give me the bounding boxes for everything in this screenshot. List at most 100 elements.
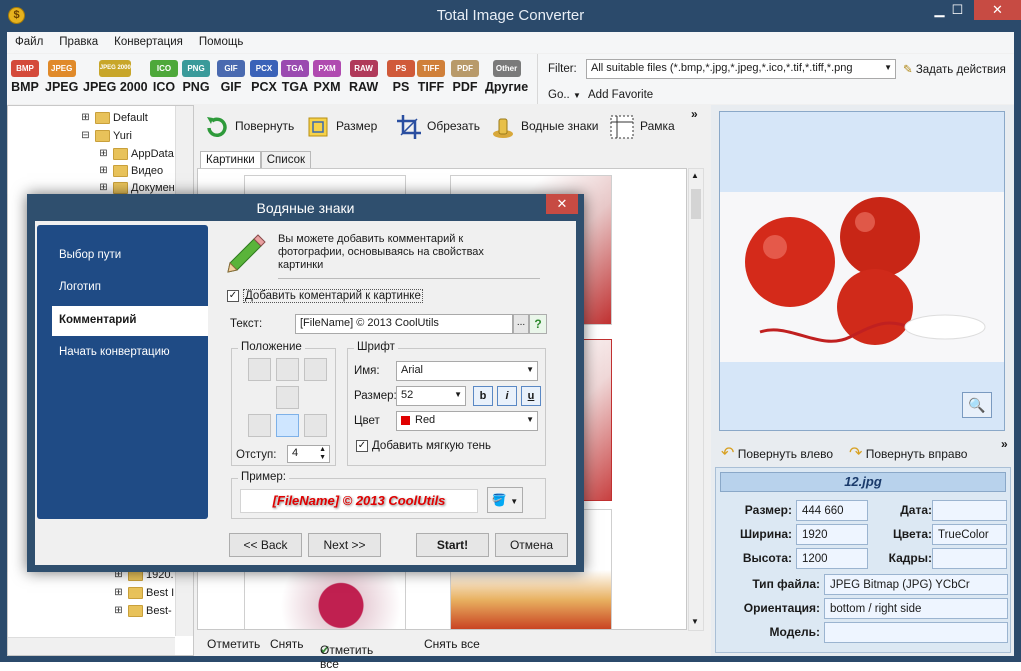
crop-label: Обрезать: [427, 119, 480, 134]
dialog-close-button[interactable]: ✕: [546, 194, 578, 214]
color-select[interactable]: Red ▼: [396, 411, 538, 431]
tree-item[interactable]: ⊞ Default: [80, 112, 148, 125]
tree-expander-icon[interactable]: ⊞: [113, 605, 124, 616]
menu-file[interactable]: Файл: [7, 32, 51, 48]
format-button-bmp[interactable]: BMP BMP: [11, 60, 39, 94]
wand-icon: ✎: [903, 64, 913, 76]
watermark-button[interactable]: Водные знаки: [489, 113, 598, 141]
tree-expander-icon[interactable]: ⊞: [98, 148, 109, 159]
start-button[interactable]: Start!: [416, 533, 489, 557]
comment-text-input[interactable]: [FileName] © 2013 CoolUtils: [295, 314, 513, 334]
tree-item[interactable]: ⊞ Видео: [98, 165, 163, 178]
format-button-jpeg-2000[interactable]: JPEG 2000 JPEG 2000: [83, 60, 148, 94]
add-comment-checkbox[interactable]: ✓ Добавить коментарий к картинке: [227, 289, 423, 304]
tree-item[interactable]: ⊟ Yuri: [80, 130, 132, 143]
sample-label: Пример:: [238, 471, 289, 483]
scroll-down-icon[interactable]: ▼: [691, 617, 699, 626]
font-name-select[interactable]: Arial ▼: [396, 361, 538, 381]
maximize-button[interactable]: ☐: [941, 0, 974, 20]
position-bottom-left[interactable]: [248, 414, 271, 437]
position-top-left[interactable]: [248, 358, 271, 381]
mark-button[interactable]: Отметить: [207, 637, 260, 651]
rotate-right-button[interactable]: ↷ Повернуть вправо: [849, 443, 967, 463]
soft-shadow-checkbox[interactable]: ✓ Добавить мягкую тень: [356, 440, 491, 452]
position-bottom-center[interactable]: [276, 414, 299, 437]
tree-hscrollbar[interactable]: [8, 637, 175, 655]
tree-item[interactable]: ⊞ Best-: [113, 605, 172, 618]
more-preview-button[interactable]: »: [1001, 437, 1008, 451]
position-top-right[interactable]: [304, 358, 327, 381]
title-bar: $ Total Image Converter ▁ ☐ ✕: [0, 0, 1021, 32]
format-button-gif[interactable]: GIF GIF: [217, 60, 245, 94]
font-name-value: Arial: [401, 364, 424, 376]
position-center[interactable]: [276, 386, 299, 409]
tree-item[interactable]: ⊞ AppData: [98, 148, 174, 161]
fill-color-button[interactable]: 🪣 ▼: [487, 487, 523, 513]
wizard-step[interactable]: Начать конвертацию: [37, 338, 208, 368]
rotate-left-button[interactable]: ↶ Повернуть влево: [721, 443, 833, 463]
back-button[interactable]: << Back: [229, 533, 302, 557]
scroll-up-icon[interactable]: ▲: [691, 171, 699, 180]
filter-select[interactable]: All suitable files (*.bmp,*.jpg,*.jpeg,*…: [586, 59, 896, 79]
menu-help[interactable]: Помощь: [191, 32, 251, 48]
format-button-jpeg[interactable]: JPEG JPEG: [45, 60, 78, 94]
close-button[interactable]: ✕: [974, 0, 1021, 20]
pencil-icon: [227, 234, 266, 273]
position-bottom-right[interactable]: [304, 414, 327, 437]
format-button-pdf[interactable]: PDF PDF: [451, 60, 479, 94]
watermark-icon: [493, 118, 513, 138]
menu-convert[interactable]: Конвертация: [106, 32, 191, 48]
unmark-button[interactable]: Снять: [270, 637, 304, 651]
frame-button[interactable]: Рамка: [608, 113, 675, 141]
format-button-tiff[interactable]: TIFF TIFF: [417, 60, 445, 94]
format-button-pcx[interactable]: PCX PCX: [250, 60, 278, 94]
cancel-button[interactable]: Отмена: [495, 533, 568, 557]
tree-expander-icon[interactable]: ⊞: [98, 165, 109, 176]
format-button-ps[interactable]: PS PS: [387, 60, 415, 94]
format-png-icon: PNG: [182, 60, 210, 77]
wizard-step[interactable]: Выбор пути: [37, 241, 208, 271]
wizard-step[interactable]: Логотип: [37, 273, 208, 303]
tree-expander-icon[interactable]: ⊟: [80, 130, 91, 141]
bold-button[interactable]: b: [473, 386, 493, 406]
underline-button[interactable]: u: [521, 386, 541, 406]
more-actions-button[interactable]: »: [691, 107, 698, 121]
indent-spinner[interactable]: 4 ▲ ▼: [287, 445, 330, 463]
format-button-pxm[interactable]: PXM PXM: [313, 60, 341, 94]
format-button-raw[interactable]: RAW RAW: [349, 60, 378, 94]
tree-expander-icon[interactable]: ⊞: [80, 112, 91, 123]
go-menu[interactable]: Go.. ▼: [548, 89, 581, 101]
info-field-label: Модель:: [769, 625, 820, 639]
font-size-select[interactable]: 52 ▼: [396, 386, 466, 406]
position-top-center[interactable]: [276, 358, 299, 381]
format-button-ico[interactable]: ICO ICO: [150, 60, 178, 94]
text-more-button[interactable]: ...: [513, 314, 529, 334]
tab-list[interactable]: Список: [260, 151, 312, 168]
set-tasks-button[interactable]: ✎ Задать действия: [903, 62, 1006, 76]
rotate-left-label: Повернуть влево: [737, 447, 834, 461]
add-favorite-button[interactable]: Add Favorite: [588, 89, 653, 101]
tab-pictures[interactable]: Картинки: [200, 151, 261, 168]
tree-item[interactable]: ⊞ Докумен: [98, 182, 175, 195]
crop-button[interactable]: Обрезать: [395, 113, 480, 141]
zoom-preview-icon[interactable]: 🔍: [962, 392, 992, 418]
format-button-png[interactable]: PNG PNG: [182, 60, 210, 94]
format-label: ICO: [152, 80, 176, 94]
help-icon[interactable]: ?: [529, 314, 547, 334]
wizard-step[interactable]: Комментарий: [52, 306, 208, 336]
rotate-button[interactable]: Повернуть: [203, 113, 294, 141]
menu-edit[interactable]: Правка: [51, 32, 106, 48]
format-button-другие[interactable]: Other Другие: [485, 60, 528, 94]
indent-value: 4: [292, 447, 299, 459]
spinner-arrows-icon[interactable]: ▲ ▼: [319, 446, 326, 462]
format-button-tga[interactable]: TGA TGA: [281, 60, 309, 94]
italic-button[interactable]: i: [497, 386, 517, 406]
thumbnail-scrollbar[interactable]: ▲ ▼: [688, 168, 704, 631]
tree-item[interactable]: ⊞ Best I: [113, 587, 174, 600]
tree-expander-icon[interactable]: ⊞: [98, 182, 109, 193]
next-button[interactable]: Next >>: [308, 533, 381, 557]
unmark-all-button[interactable]: Снять все: [424, 637, 480, 651]
tree-expander-icon[interactable]: ⊞: [113, 587, 124, 598]
resize-button[interactable]: Размер: [304, 113, 377, 141]
scroll-thumb[interactable]: [691, 189, 701, 219]
